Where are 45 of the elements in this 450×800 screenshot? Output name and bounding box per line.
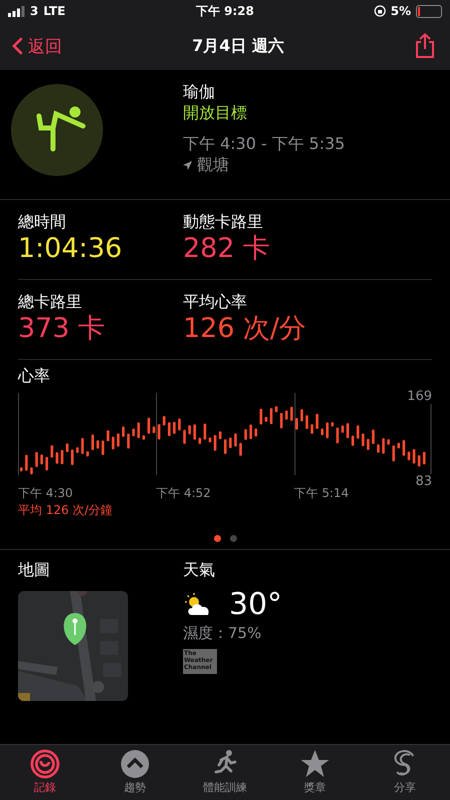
location-arrow-icon [183,161,192,170]
section-title: 地圖 [18,560,51,581]
time-axis-label: 下午 4:30 [18,485,74,502]
chevron-left-icon [12,37,23,55]
back-button[interactable]: 返回 [12,34,62,58]
nav-title: 7月4日 週六 [192,36,284,56]
trends-tab-icon [120,749,150,779]
stat-label: 總卡路里 [18,292,83,313]
workout-name: 瑜伽 [183,82,216,103]
location-text: 觀塘 [197,155,229,176]
time-range: 下午 4:30 - 下午 5:35 [183,134,345,155]
stat-label: 動態卡路里 [183,212,264,233]
carrier-text: 3 [30,4,38,18]
section-title: 心率 [18,366,51,387]
stat-label: 平均心率 [183,292,248,313]
stat-label: 總時間 [18,212,67,233]
stat-value: 126 次/分 [183,313,308,346]
average-heart-rate: 平均 126 次/分鐘 [18,502,114,519]
tab-item[interactable]: 獎章 [275,745,355,800]
stat-value: 373 卡 [18,313,106,346]
rings-tab-icon [30,749,60,779]
tab-item[interactable]: 記錄 [5,745,85,800]
section-title: 天氣 [183,560,216,581]
page-dot[interactable] [230,535,236,542]
time-axis-label: 下午 5:14 [294,485,350,502]
share-icon[interactable] [414,33,436,59]
yoga-figure-icon [11,84,103,176]
battery-icon [416,4,442,18]
time-axis-label: 下午 4:52 [156,485,212,502]
status-time: 下午 9:28 [196,2,254,20]
page-dot[interactable] [214,535,220,542]
battery-percent: 5% [390,4,411,18]
humidity-text: 濕度：75% [183,624,262,643]
temperature: 30° [229,587,282,622]
workout-goal: 開放目標 [183,103,248,124]
awards-tab-icon [300,749,330,779]
tab-item[interactable]: 分享 [365,745,445,800]
axis-max-label: 169 [407,389,432,404]
stat-value: 282 卡 [183,233,272,266]
rotation-lock-icon [374,5,386,17]
tab-item[interactable]: 體能訓練 [185,745,265,800]
stat-value: 1:04:36 [18,233,124,266]
network-text: LTE [43,4,66,18]
tab-item[interactable]: 趨勢 [95,745,175,800]
signal-icon [8,6,25,16]
